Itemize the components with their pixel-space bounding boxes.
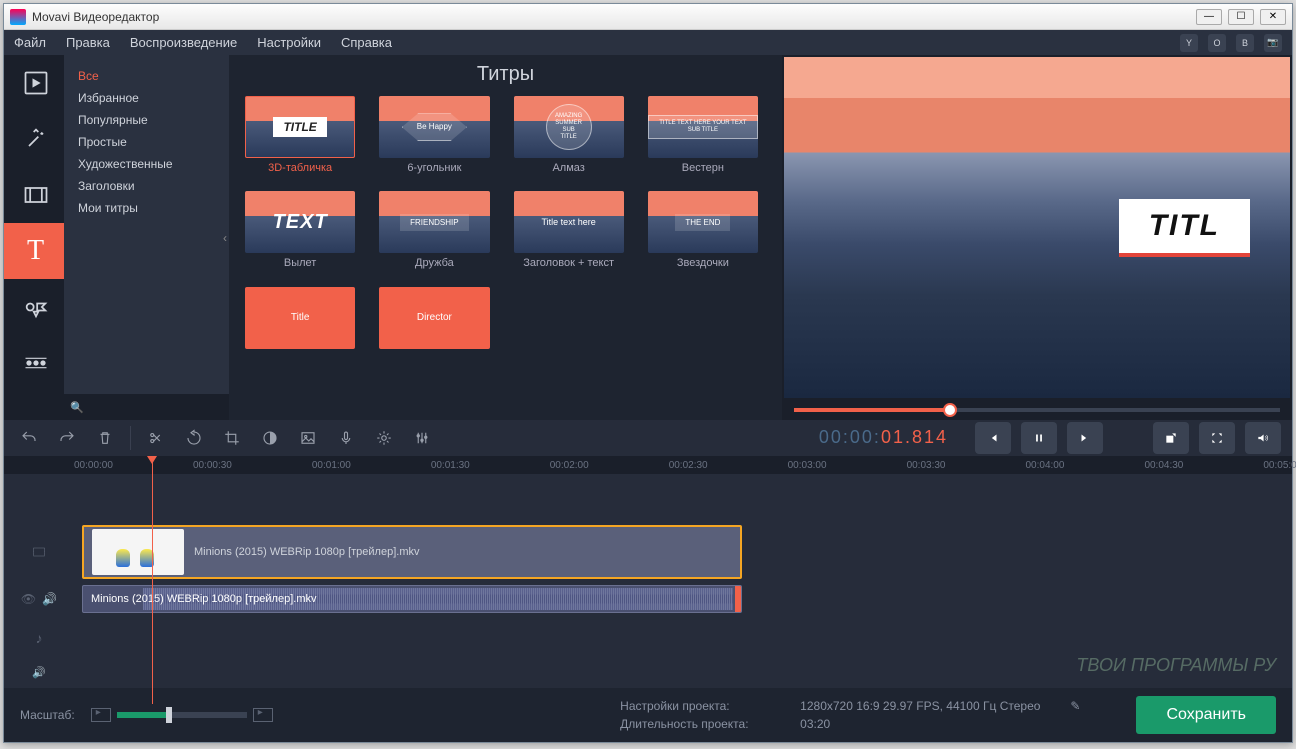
- cat-all[interactable]: Все: [72, 65, 221, 87]
- play-pause-button[interactable]: [1021, 422, 1057, 454]
- zoom-label: Масштаб:: [20, 708, 75, 722]
- zoom-knob[interactable]: [166, 707, 172, 723]
- cat-favorites[interactable]: Избранное: [72, 87, 221, 109]
- audio-clip[interactable]: Minions (2015) WEBRip 1080p [трейлер].mk…: [82, 585, 742, 613]
- menu-file[interactable]: Файл: [14, 35, 46, 50]
- cat-popular[interactable]: Популярные: [72, 109, 221, 131]
- menu-settings[interactable]: Настройки: [257, 35, 321, 50]
- title-item[interactable]: AMAZING SUMMER SUB TITLEАлмаз: [514, 96, 624, 175]
- save-button[interactable]: Сохранить: [1136, 696, 1276, 734]
- search-input[interactable]: [88, 401, 230, 413]
- next-frame-button[interactable]: [1067, 422, 1103, 454]
- delete-button[interactable]: [88, 423, 122, 453]
- timeline-ruler[interactable]: 00:00:00 00:00:30 00:01:00 00:01:30 00:0…: [4, 456, 1292, 474]
- eye-icon[interactable]: 👁: [21, 592, 36, 606]
- music-note-icon: ♪: [36, 630, 43, 646]
- title-item[interactable]: Be Happy6-угольник: [379, 96, 489, 175]
- volume-button[interactable]: [1245, 422, 1281, 454]
- undo-button[interactable]: [12, 423, 46, 453]
- fullscreen-button[interactable]: [1199, 422, 1235, 454]
- project-settings-value: 1280x720 16:9 29.97 FPS, 44100 Гц Стерео: [800, 699, 1040, 713]
- category-panel: Все Избранное Популярные Простые Художес…: [64, 55, 229, 420]
- title-item[interactable]: Title: [245, 287, 355, 353]
- title-item[interactable]: TEXTВылет: [245, 191, 355, 270]
- microphone-button[interactable]: [329, 423, 363, 453]
- linked-audio-track[interactable]: 👁 🔊 Minions (2015) WEBRip 1080p [трейлер]…: [4, 584, 1292, 614]
- titles-browser: Титры TITLE3D-табличка Be Happy6-угольни…: [229, 55, 782, 420]
- properties-button[interactable]: [367, 423, 401, 453]
- tab-media[interactable]: [4, 55, 64, 111]
- app-window: Movavi Видеоредактор — ☐ ✕ Файл Правка В…: [3, 3, 1293, 743]
- prev-frame-button[interactable]: [975, 422, 1011, 454]
- split-button[interactable]: [139, 423, 173, 453]
- toolbar: 00:00:01.814: [4, 420, 1292, 456]
- search-bar: 🔍 ✕: [64, 394, 229, 420]
- menu-edit[interactable]: Правка: [66, 35, 110, 50]
- video-track[interactable]: Minions (2015) WEBRip 1080p [трейлер].mk…: [4, 524, 1292, 580]
- menu-playback[interactable]: Воспроизведение: [130, 35, 237, 50]
- rotate-button[interactable]: [177, 423, 211, 453]
- preview-panel: TITL: [782, 55, 1292, 420]
- cat-headers[interactable]: Заголовки: [72, 175, 221, 197]
- clip-name: Minions (2015) WEBRip 1080p [трейлер].mk…: [194, 546, 419, 558]
- youtube-icon[interactable]: Y: [1180, 34, 1198, 52]
- equalizer-button[interactable]: [405, 423, 439, 453]
- redo-button[interactable]: [50, 423, 84, 453]
- preview-viewport[interactable]: TITL: [784, 57, 1290, 398]
- title-item[interactable]: FRIENDSHIPДружба: [379, 191, 489, 270]
- zoom-in-button[interactable]: [253, 708, 273, 722]
- music-track[interactable]: ♪: [4, 618, 1292, 658]
- speaker-icon[interactable]: 🔊: [32, 666, 46, 679]
- title-item[interactable]: Title text hereЗаголовок + текст: [514, 191, 624, 270]
- title-item[interactable]: TITLE TEXT HERE YOUR TEXT SUB TITLEВесте…: [648, 96, 758, 175]
- speaker-icon[interactable]: 🔊: [42, 592, 57, 606]
- clip-thumbnail: [92, 529, 184, 575]
- crop-button[interactable]: [215, 423, 249, 453]
- odnoklassniki-icon[interactable]: O: [1208, 34, 1226, 52]
- clip-name: Minions (2015) WEBRip 1080p [трейлер].mk…: [91, 593, 316, 605]
- project-duration-value: 03:20: [800, 717, 830, 731]
- maximize-button[interactable]: ☐: [1228, 9, 1254, 25]
- tab-stickers[interactable]: [4, 279, 64, 335]
- zoom-out-button[interactable]: [91, 708, 111, 722]
- cat-simple[interactable]: Простые: [72, 131, 221, 153]
- title-item[interactable]: Director: [379, 287, 489, 353]
- tab-titles[interactable]: T: [4, 223, 64, 279]
- playhead[interactable]: [152, 456, 153, 704]
- window-title: Movavi Видеоредактор: [32, 10, 159, 24]
- detach-button[interactable]: [1153, 422, 1189, 454]
- tool-sidebar: T: [4, 55, 64, 420]
- tab-more[interactable]: [4, 335, 64, 391]
- cat-my-titles[interactable]: Мои титры: [72, 197, 221, 219]
- preview-title-overlay: TITL: [1119, 199, 1250, 257]
- title-item[interactable]: THE ENDЗвездочки: [648, 191, 758, 270]
- color-button[interactable]: [253, 423, 287, 453]
- tab-transitions[interactable]: [4, 167, 64, 223]
- cat-artistic[interactable]: Художественные: [72, 153, 221, 175]
- picture-button[interactable]: [291, 423, 325, 453]
- camera-icon[interactable]: 📷: [1264, 34, 1282, 52]
- search-icon: 🔍: [70, 401, 84, 414]
- app-icon: [10, 9, 26, 25]
- edit-settings-button[interactable]: ✎: [1070, 699, 1080, 713]
- panel-title: Титры: [245, 63, 766, 86]
- title-item[interactable]: TITLE3D-табличка: [245, 96, 355, 175]
- titlebar[interactable]: Movavi Видеоредактор — ☐ ✕: [4, 4, 1292, 30]
- video-clip[interactable]: Minions (2015) WEBRip 1080p [трейлер].mk…: [82, 525, 742, 579]
- minimize-button[interactable]: —: [1196, 9, 1222, 25]
- titles-track[interactable]: [4, 480, 1292, 520]
- timeline[interactable]: Minions (2015) WEBRip 1080p [трейлер].mk…: [4, 474, 1292, 688]
- timecode-display: 00:00:01.814: [819, 427, 948, 449]
- seek-knob[interactable]: [943, 403, 957, 417]
- music-audio-track[interactable]: 🔊: [4, 662, 1292, 682]
- menu-help[interactable]: Справка: [341, 35, 392, 50]
- footer: Масштаб: Настройки проекта:1280x720 16:9…: [4, 688, 1292, 742]
- close-button[interactable]: ✕: [1260, 9, 1286, 25]
- clip-handle[interactable]: [735, 586, 741, 612]
- vkontakte-icon[interactable]: B: [1236, 34, 1254, 52]
- zoom-slider[interactable]: [117, 712, 247, 718]
- tab-filters[interactable]: [4, 111, 64, 167]
- preview-seekbar[interactable]: [782, 400, 1292, 420]
- menubar: Файл Правка Воспроизведение Настройки Сп…: [4, 30, 1292, 55]
